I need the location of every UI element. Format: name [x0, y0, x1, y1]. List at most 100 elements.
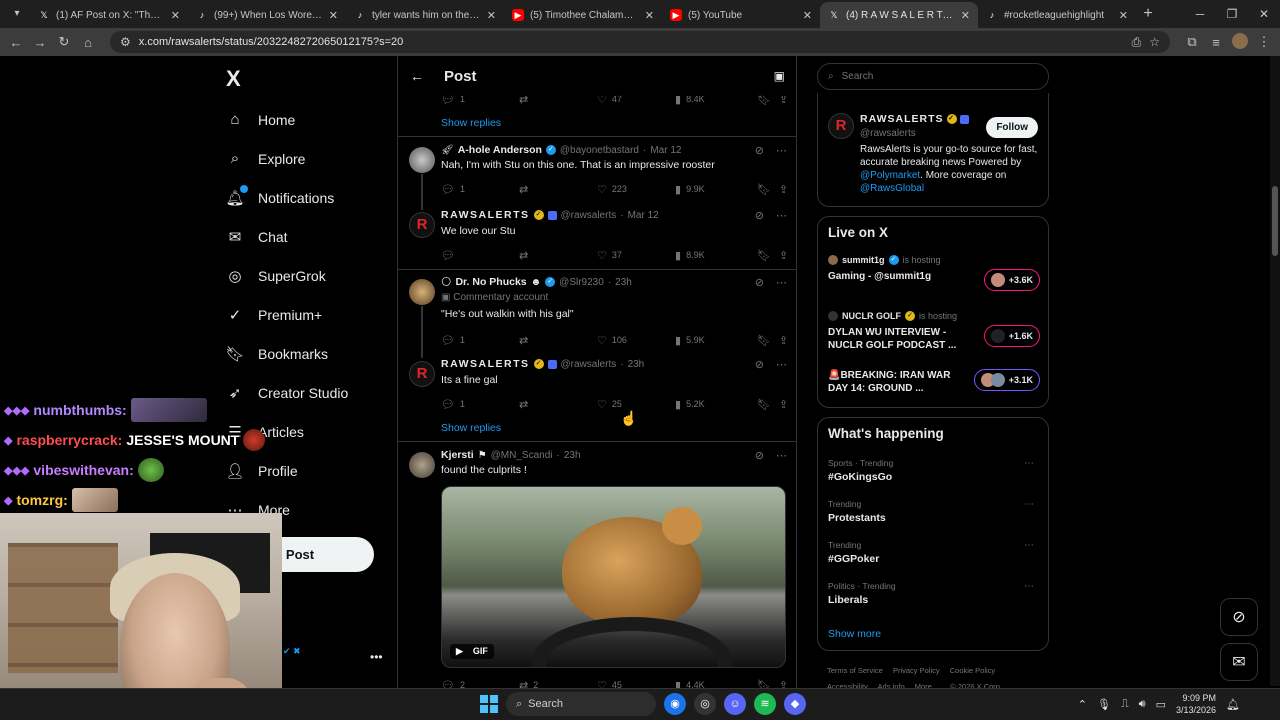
- browser-menu-icon[interactable]: ⋮: [1254, 34, 1274, 50]
- views-button[interactable]: ▮ 9.9K: [675, 183, 757, 196]
- bookmark-button[interactable]: 🔖︎: [757, 398, 779, 411]
- like-button[interactable]: ♡ 37: [597, 249, 675, 262]
- avatar[interactable]: R: [828, 113, 854, 139]
- nav-home[interactable]: ⌂ Home: [226, 100, 348, 139]
- bookmark-button[interactable]: 🔖︎: [757, 249, 779, 262]
- grok-icon[interactable]: ⊘: [755, 144, 764, 157]
- more-options-icon[interactable]: ⋯: [776, 449, 787, 462]
- avatar[interactable]: [409, 452, 435, 478]
- reply-button[interactable]: 💬︎ 1: [441, 334, 519, 347]
- author-handle[interactable]: @MN_Scandi: [491, 450, 553, 461]
- author-name[interactable]: A-hole Anderson: [458, 144, 542, 156]
- notifications-bell-icon[interactable]: 🔔︎: [1226, 698, 1240, 711]
- trend-more-icon[interactable]: ⋯: [1024, 499, 1034, 510]
- browser-tab[interactable]: ♪ tyler wants him on the mic # ✕: [346, 2, 504, 28]
- bookmark-star-icon[interactable]: ☆: [1149, 35, 1160, 49]
- windows-start-icon[interactable]: [480, 695, 498, 713]
- clock[interactable]: 9:09 PM 3/13/2026: [1176, 692, 1216, 716]
- close-window-icon[interactable]: ✕: [1248, 0, 1280, 28]
- retweet-button[interactable]: ⇄: [519, 398, 597, 411]
- browser-tab[interactable]: 𝕏 (1) AF Post on X: "The Pentagon ✕: [30, 2, 188, 28]
- bio-link[interactable]: @Polymarket: [860, 170, 920, 181]
- share-button[interactable]: ⇪: [779, 334, 788, 347]
- share-button[interactable]: ⇪: [779, 183, 788, 196]
- footer-link[interactable]: Terms of Service: [827, 666, 883, 675]
- site-info-icon[interactable]: ⚙: [120, 35, 131, 49]
- close-tab-icon[interactable]: ✕: [645, 9, 654, 22]
- grok-icon[interactable]: ⊘: [755, 276, 764, 289]
- more-options-icon[interactable]: ⋯: [776, 209, 787, 222]
- footer-link[interactable]: Privacy Policy: [893, 666, 940, 675]
- extensions-icon[interactable]: ⧉: [1182, 34, 1202, 50]
- account-menu-icon[interactable]: •••: [370, 650, 383, 664]
- back-arrow-icon[interactable]: ←: [410, 68, 444, 84]
- show-replies-link[interactable]: Show replies: [441, 422, 501, 434]
- home-icon[interactable]: ⌂: [78, 35, 98, 50]
- share-button[interactable]: ⇪: [779, 249, 788, 262]
- tweet-time[interactable]: 23h: [628, 359, 645, 370]
- tab-search-button[interactable]: ▾: [4, 4, 30, 24]
- trend-item[interactable]: Sports · Trending #GoKingsGo ⋯: [828, 458, 1040, 483]
- browser-tab[interactable]: ♪ #rocketleaguehighlight ✕: [978, 2, 1136, 28]
- reader-mode-icon[interactable]: ▣: [774, 69, 785, 83]
- author-handle[interactable]: @rawsalerts: [561, 210, 617, 221]
- close-tab-icon[interactable]: ✕: [961, 9, 970, 22]
- profile-name[interactable]: RAWSALERTS ✓: [860, 113, 969, 125]
- tweet-time[interactable]: 23h: [615, 277, 632, 288]
- search-input[interactable]: ⌕ Search: [817, 63, 1049, 90]
- avatar[interactable]: [409, 147, 435, 173]
- browser-tab[interactable]: ♪ (99+) When Los Wore a Hoodie ✕: [188, 2, 346, 28]
- views-button[interactable]: ▮ 5.2K: [675, 398, 757, 411]
- like-button[interactable]: ♡ 106: [597, 334, 675, 347]
- network-icon[interactable]: ⎍: [1121, 698, 1129, 711]
- grok-fab-button[interactable]: ⊘: [1220, 598, 1258, 636]
- reading-list-icon[interactable]: ≡: [1206, 35, 1226, 50]
- retweet-button[interactable]: ⇄: [519, 249, 597, 262]
- grok-icon[interactable]: ⊘: [755, 209, 764, 222]
- footer-link[interactable]: Cookie Policy: [950, 666, 995, 675]
- trend-more-icon[interactable]: ⋯: [1024, 581, 1034, 592]
- browser-tab-active[interactable]: 𝕏 (4) R A W S A L E R T S on X: " ✕: [820, 2, 978, 28]
- new-tab-button[interactable]: +: [1136, 5, 1160, 23]
- more-options-icon[interactable]: ⋯: [776, 358, 787, 371]
- author-handle[interactable]: @Slr9230: [559, 277, 604, 288]
- scrollbar-thumb[interactable]: [1272, 186, 1278, 256]
- close-tab-icon[interactable]: ✕: [487, 9, 496, 22]
- retweet-button[interactable]: ⇄: [519, 334, 597, 347]
- live-item[interactable]: summit1g ✓ is hosting Gaming - @summit1g +…: [828, 255, 1040, 291]
- taskbar-search[interactable]: ⌕ Search: [506, 692, 656, 716]
- more-options-icon[interactable]: ⋯: [776, 144, 787, 157]
- tweet-time[interactable]: 23h: [564, 450, 581, 461]
- nav-notifications[interactable]: 🔔︎ Notifications: [225, 178, 348, 217]
- bookmark-button[interactable]: 🔖︎: [757, 183, 779, 196]
- x-logo[interactable]: X: [226, 66, 241, 92]
- share-button[interactable]: ⇪: [779, 398, 788, 411]
- tweet-media-gif[interactable]: ▶ GIF: [441, 486, 786, 668]
- avatar[interactable]: [409, 279, 435, 305]
- chrome-icon[interactable]: ◉: [664, 693, 686, 715]
- live-item[interactable]: NUCLR GOLF ✓ is hosting DYLAN WU INTERVIEW…: [828, 311, 1040, 352]
- live-item[interactable]: 🚨BREAKING: IRAN WAR DAY 14: GROUND ... +…: [828, 369, 1040, 395]
- close-tab-icon[interactable]: ✕: [1119, 9, 1128, 22]
- install-app-icon[interactable]: ⎙: [1132, 35, 1142, 50]
- more-options-icon[interactable]: ⋯: [776, 276, 787, 289]
- retweet-button[interactable]: ⇄: [519, 183, 597, 196]
- browser-tab[interactable]: ▶ (5) YouTube ✕: [662, 2, 820, 28]
- messages-fab-button[interactable]: ✉: [1220, 643, 1258, 681]
- author-name[interactable]: Kjersti: [441, 449, 474, 461]
- restore-icon[interactable]: ❐: [1216, 0, 1248, 28]
- reply-button[interactable]: 💬︎ 1: [441, 183, 519, 196]
- author-name[interactable]: RAWSALERTS: [441, 209, 530, 221]
- author-name[interactable]: RAWSALERTS: [441, 358, 530, 370]
- trend-more-icon[interactable]: ⋯: [1024, 540, 1034, 551]
- discord-icon[interactable]: ☺: [724, 693, 746, 715]
- trend-item[interactable]: Trending Protestants ⋯: [828, 499, 1040, 524]
- views-button[interactable]: ▮ 5.9K: [675, 334, 757, 347]
- bio-link[interactable]: @RawsGlobal: [860, 183, 924, 194]
- chevron-up-icon[interactable]: ⌃: [1078, 698, 1087, 711]
- trend-more-icon[interactable]: ⋯: [1024, 458, 1034, 469]
- profile-handle[interactable]: @rawsalerts: [860, 128, 916, 139]
- like-button[interactable]: ♡ 223: [597, 183, 675, 196]
- page-scrollbar[interactable]: [1270, 56, 1280, 686]
- show-replies-link[interactable]: Show replies: [441, 117, 501, 129]
